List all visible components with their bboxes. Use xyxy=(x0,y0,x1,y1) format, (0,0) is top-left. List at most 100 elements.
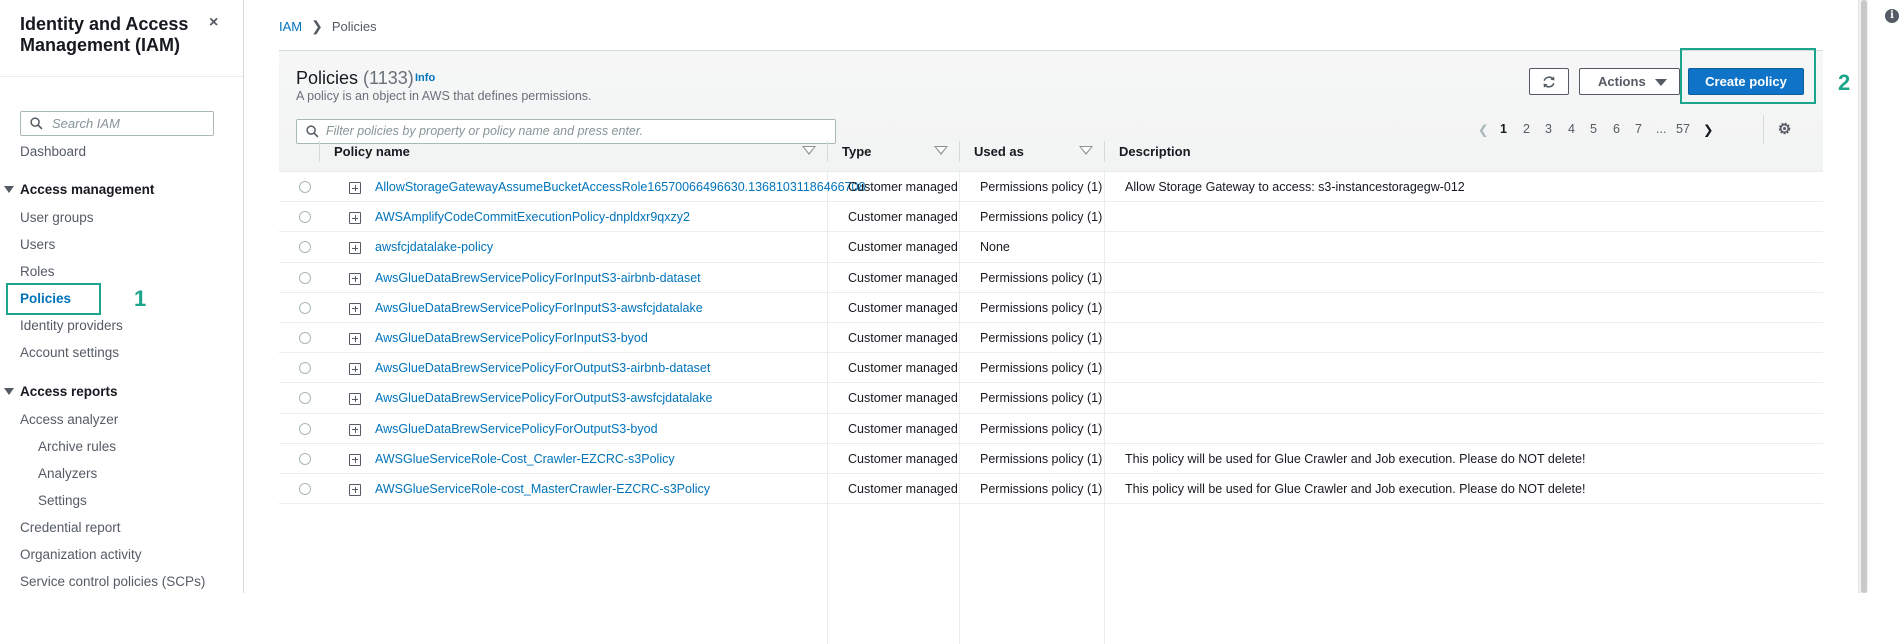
expand-icon[interactable] xyxy=(349,272,361,285)
sidebar-item-credential-report[interactable]: Credential report xyxy=(20,520,121,535)
column-header-policy-name[interactable]: Policy name xyxy=(319,131,410,172)
policy-type: Customer managed xyxy=(848,180,958,194)
column-header-used-as[interactable]: Used as xyxy=(959,131,1024,172)
policy-name-link[interactable]: AwsGlueDataBrewServicePolicyForInputS3-a… xyxy=(375,263,701,293)
policy-type: Customer managed xyxy=(848,421,958,436)
close-icon[interactable]: × xyxy=(209,14,218,32)
expand-icon[interactable] xyxy=(349,182,361,194)
table-row[interactable]: AwsGlueDataBrewServicePolicyForInputS3-a… xyxy=(279,293,1823,323)
table-row[interactable]: AwsGlueDataBrewServicePolicyForOutputS3-… xyxy=(279,414,1823,444)
table-row[interactable]: AWSGlueServiceRole-cost_MasterCrawler-EZ… xyxy=(279,474,1823,505)
expand-icon[interactable] xyxy=(349,423,361,436)
column-header-type[interactable]: Type xyxy=(827,131,871,172)
table-row[interactable]: AllowStorageGatewayAssumeBucketAccessRol… xyxy=(279,172,1823,203)
table-row[interactable]: AWSAmplifyCodeCommitExecutionPolicy-dnpl… xyxy=(279,202,1823,233)
policy-description: Allow Storage Gateway to access: s3-inst… xyxy=(1125,180,1465,194)
policy-type: Customer managed xyxy=(848,481,958,496)
row-radio[interactable] xyxy=(299,452,311,465)
page-scrollbar[interactable] xyxy=(1858,0,1868,593)
policy-type: Customer managed xyxy=(848,451,958,466)
row-radio[interactable] xyxy=(299,301,311,314)
expand-icon[interactable] xyxy=(349,302,361,315)
expand-icon[interactable] xyxy=(349,242,361,255)
sort-icon[interactable] xyxy=(934,146,948,155)
create-policy-button[interactable]: Create policy xyxy=(1688,68,1804,95)
policy-name-link[interactable]: AWSGlueServiceRole-cost_MasterCrawler-EZ… xyxy=(375,474,710,504)
breadcrumb-iam-link[interactable]: IAM xyxy=(279,19,302,34)
sidebar-item-user-groups[interactable]: User groups xyxy=(20,210,94,225)
policy-type: Customer managed xyxy=(848,330,958,345)
row-radio[interactable] xyxy=(299,241,311,254)
row-radio[interactable] xyxy=(299,211,311,224)
sidebar-item-analyzers[interactable]: Analyzers xyxy=(38,466,97,481)
policy-name-link[interactable]: AWSGlueServiceRole-Cost_Crawler-EZCRC-s3… xyxy=(375,444,675,474)
sidebar-item-policies[interactable]: Policies xyxy=(6,283,101,315)
chevron-right-icon: ❯ xyxy=(311,18,323,34)
policy-used-as: Permissions policy (1) xyxy=(980,270,1103,285)
expand-icon[interactable] xyxy=(349,332,361,345)
policy-name-link[interactable]: AllowStorageGatewayAssumeBucketAccessRol… xyxy=(375,172,865,202)
policy-type: Customer managed xyxy=(848,240,958,255)
caret-down-icon xyxy=(4,388,14,395)
column-header-description[interactable]: Description xyxy=(1104,131,1191,172)
row-radio[interactable] xyxy=(299,331,311,344)
table-row[interactable]: AwsGlueDataBrewServicePolicyForOutputS3-… xyxy=(279,383,1823,414)
expand-icon[interactable] xyxy=(349,212,361,225)
expand-icon[interactable] xyxy=(349,363,361,376)
policy-name-link[interactable]: AwsGlueDataBrewServicePolicyForInputS3-b… xyxy=(375,323,648,353)
table-row[interactable]: AwsGlueDataBrewServicePolicyForInputS3-b… xyxy=(279,323,1823,354)
policies-panel: Policies (1133) Info A policy is an obje… xyxy=(279,48,1823,644)
refresh-button[interactable] xyxy=(1529,68,1569,95)
panel-header: Policies (1133) Info A policy is an obje… xyxy=(279,48,1823,172)
sort-icon[interactable] xyxy=(1079,146,1093,155)
row-radio[interactable] xyxy=(299,271,311,284)
expand-icon[interactable] xyxy=(349,393,361,406)
sidebar-section-label: Access management xyxy=(20,182,155,197)
policy-description: This policy will be used for Glue Crawle… xyxy=(1125,451,1586,466)
row-radio[interactable] xyxy=(299,181,311,193)
sidebar-item-settings[interactable]: Settings xyxy=(38,493,87,508)
policy-type: Customer managed xyxy=(848,391,958,406)
policy-used-as: Permissions policy (1) xyxy=(980,421,1103,436)
sidebar-title: Identity and Access Management (IAM) xyxy=(20,14,189,55)
expand-icon[interactable] xyxy=(349,453,361,466)
sort-icon[interactable] xyxy=(802,146,816,155)
row-radio[interactable] xyxy=(299,392,311,405)
row-radio[interactable] xyxy=(299,422,311,435)
sidebar-item-identity-providers[interactable]: Identity providers xyxy=(20,318,123,333)
sidebar-item-roles[interactable]: Roles xyxy=(20,264,55,279)
policy-type: Customer managed xyxy=(848,361,958,376)
sidebar-item-users[interactable]: Users xyxy=(20,237,55,252)
table-row[interactable]: AwsGlueDataBrewServicePolicyForOutputS3-… xyxy=(279,353,1823,384)
policy-name-link[interactable]: awsfcjdatalake-policy xyxy=(375,232,493,262)
policy-name-link[interactable]: AwsGlueDataBrewServicePolicyForOutputS3-… xyxy=(375,383,712,413)
sidebar-section-access-reports[interactable]: Access reports xyxy=(4,384,118,399)
sidebar-item-scps[interactable]: Service control policies (SCPs) xyxy=(20,574,205,589)
policy-description: This policy will be used for Glue Crawle… xyxy=(1125,481,1586,496)
info-icon[interactable]: i xyxy=(1885,9,1899,23)
sidebar-item-organization-activity[interactable]: Organization activity xyxy=(20,547,142,562)
row-radio[interactable] xyxy=(299,362,311,375)
policy-name-link[interactable]: AwsGlueDataBrewServicePolicyForOutputS3-… xyxy=(375,353,710,383)
policy-name-link[interactable]: AwsGlueDataBrewServicePolicyForInputS3-a… xyxy=(375,293,703,323)
sidebar-item-dashboard[interactable]: Dashboard xyxy=(20,144,86,159)
actions-label: Actions xyxy=(1598,74,1646,89)
sidebar-divider xyxy=(0,76,243,77)
policy-name-link[interactable]: AwsGlueDataBrewServicePolicyForOutputS3-… xyxy=(375,414,658,444)
sidebar-section-access-management[interactable]: Access management xyxy=(4,182,154,197)
policy-count: (1133) xyxy=(363,68,414,88)
sidebar-item-archive-rules[interactable]: Archive rules xyxy=(38,439,116,454)
info-link[interactable]: Info xyxy=(415,72,435,84)
table-row[interactable]: awsfcjdatalake-policy Customer managed Non… xyxy=(279,232,1823,263)
expand-icon[interactable] xyxy=(349,483,361,496)
scrollbar-thumb[interactable] xyxy=(1861,0,1867,593)
table-row[interactable]: AwsGlueDataBrewServicePolicyForInputS3-a… xyxy=(279,263,1823,293)
sidebar-item-account-settings[interactable]: Account settings xyxy=(20,345,119,360)
search-input[interactable]: Search IAM xyxy=(20,111,214,136)
sidebar-item-access-analyzer[interactable]: Access analyzer xyxy=(20,412,118,427)
policy-name-link[interactable]: AWSAmplifyCodeCommitExecutionPolicy-dnpl… xyxy=(375,202,690,232)
table-row[interactable]: AWSGlueServiceRole-Cost_Crawler-EZCRC-s3… xyxy=(279,444,1823,474)
row-radio[interactable] xyxy=(299,482,311,495)
breadcrumb-current: Policies xyxy=(331,19,377,34)
actions-button[interactable]: Actions xyxy=(1579,68,1680,95)
